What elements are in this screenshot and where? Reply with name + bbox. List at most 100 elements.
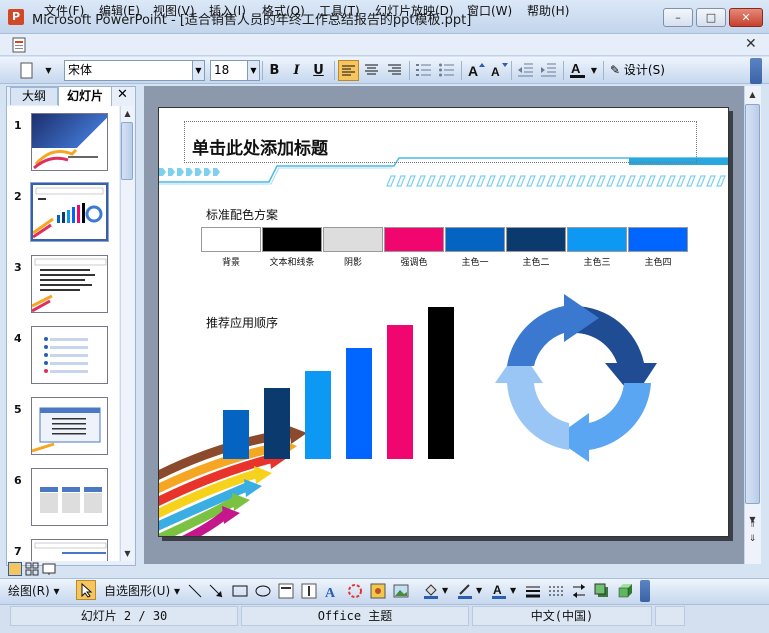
chevron-down-icon[interactable]: ▼ <box>192 61 204 80</box>
vertical-textbox-icon[interactable] <box>300 582 318 600</box>
chevron-down-icon[interactable]: ▼ <box>247 61 259 80</box>
slide-thumbnail-5[interactable] <box>31 397 108 455</box>
increase-indent-button[interactable] <box>538 60 559 81</box>
bullet-list-icon <box>439 63 454 77</box>
chevron-down-icon[interactable]: ▼ <box>588 60 600 81</box>
slide-thumbnail-7[interactable] <box>31 539 108 561</box>
slideshow-view-icon[interactable] <box>42 562 56 576</box>
slide-sorter-view-icon[interactable] <box>25 562 39 576</box>
line-icon[interactable] <box>186 582 204 600</box>
color-swatch <box>506 227 566 252</box>
align-center-button[interactable] <box>361 60 382 81</box>
new-document-icon[interactable] <box>19 62 35 79</box>
current-slide[interactable]: 单击此处添加标题 标准配色方案 背景 文本和线条 阴影 强调色 主色一 主色二 主色三 主色四… <box>158 107 729 537</box>
design-button[interactable]: ✎ 设计(S) <box>610 60 672 81</box>
next-slide-icon[interactable]: ⇓ <box>745 532 760 547</box>
close-panel-icon[interactable]: ✕ <box>117 87 128 102</box>
decrease-indent-icon <box>518 63 533 77</box>
slide-thumbnail-6[interactable] <box>31 468 108 526</box>
oval-icon[interactable] <box>254 582 272 600</box>
maximize-button[interactable]: □ <box>696 8 726 27</box>
powerpoint-app-icon[interactable]: P <box>8 9 24 25</box>
slides-scrollbar-thumb[interactable] <box>121 122 133 180</box>
minimize-button[interactable]: – <box>663 8 693 27</box>
scroll-up-icon[interactable]: ▲ <box>745 87 760 102</box>
color-swatch <box>201 227 261 252</box>
previous-slide-icon[interactable]: ⇑ <box>745 518 760 533</box>
picture-icon[interactable] <box>392 582 410 600</box>
slide-scrollbar-thumb[interactable] <box>745 104 760 504</box>
status-empty-cell <box>655 606 685 626</box>
bold-button[interactable]: B <box>264 60 285 81</box>
font-color-button[interactable]: A <box>567 60 588 81</box>
menu-format[interactable]: 格式(O) <box>262 2 305 20</box>
shadow-style-icon[interactable] <box>593 582 611 600</box>
increase-indent-icon <box>541 63 556 77</box>
slide-title: 单击此处添加标题 <box>192 139 328 159</box>
slide-thumbnail-4[interactable] <box>31 326 108 384</box>
normal-view-icon[interactable] <box>8 562 22 576</box>
slide-thumbnail-3[interactable] <box>31 255 108 313</box>
3d-style-icon[interactable] <box>616 582 634 600</box>
dash-style-icon[interactable] <box>547 582 565 600</box>
menu-bar <box>0 34 769 56</box>
diagram-icon[interactable] <box>346 582 364 600</box>
align-left-icon <box>342 65 355 76</box>
color-swatch <box>262 227 322 252</box>
menu-help[interactable]: 帮助(H) <box>527 2 569 20</box>
slide-thumbnail-2[interactable] <box>30 182 109 242</box>
draw-menu-button[interactable]: 绘图(R) ▾ <box>8 582 60 600</box>
menu-window[interactable]: 窗口(W) <box>467 2 512 20</box>
title-placeholder[interactable]: 单击此处添加标题 <box>184 121 697 163</box>
menu-file[interactable]: 文件(F) <box>44 2 84 20</box>
line-color-icon[interactable] <box>456 582 474 600</box>
scroll-down-icon[interactable]: ▼ <box>120 546 135 561</box>
arrow-style-icon[interactable] <box>570 582 588 600</box>
slide-number: 4 <box>14 332 22 345</box>
toolbar-options-icon[interactable]: ▼ <box>38 60 59 81</box>
italic-button[interactable]: I <box>286 60 307 81</box>
arrow-icon[interactable] <box>207 582 225 600</box>
toolbar-options-button[interactable] <box>750 58 762 84</box>
font-color-icon[interactable]: A <box>490 582 508 600</box>
menu-tools[interactable]: 工具(T) <box>319 2 360 20</box>
decrease-font-button[interactable]: A <box>488 60 509 81</box>
close-document-icon[interactable]: ✕ <box>745 36 757 52</box>
font-name-select[interactable]: 宋体 ▼ <box>64 60 205 81</box>
decrease-indent-button[interactable] <box>515 60 536 81</box>
autoshapes-menu-button[interactable]: 自选图形(U) ▾ <box>104 582 180 600</box>
close-window-button[interactable]: ✕ <box>729 8 763 27</box>
menu-view[interactable]: 视图(V) <box>153 2 195 20</box>
document-icon[interactable] <box>10 37 32 53</box>
rectangle-icon[interactable] <box>231 582 249 600</box>
font-size-select[interactable]: 18 ▼ <box>210 60 260 81</box>
scroll-up-icon[interactable]: ▲ <box>120 106 135 121</box>
menu-edit[interactable]: 编辑(E) <box>99 2 140 20</box>
chevron-down-icon[interactable]: ▼ <box>442 582 448 600</box>
align-left-button[interactable] <box>338 60 359 81</box>
align-right-button[interactable] <box>384 60 405 81</box>
increase-font-button[interactable]: A <box>465 60 486 81</box>
clipart-icon[interactable] <box>369 582 387 600</box>
wordart-icon[interactable]: A <box>323 582 341 600</box>
textbox-icon[interactable] <box>277 582 295 600</box>
increase-font-icon: A <box>468 63 485 79</box>
menu-slideshow[interactable]: 幻灯片放映(D) <box>375 2 454 20</box>
chevron-down-icon[interactable]: ▼ <box>476 582 482 600</box>
line-style-icon[interactable] <box>524 582 542 600</box>
color-swatch <box>445 227 505 252</box>
chevron-down-icon[interactable]: ▼ <box>510 582 516 600</box>
toolbar-options-button[interactable] <box>640 580 650 602</box>
bullets-button[interactable] <box>436 60 457 81</box>
color-swatch <box>567 227 627 252</box>
menu-insert[interactable]: 插入(I) <box>209 2 246 20</box>
slide-thumbnail-1[interactable] <box>31 113 108 171</box>
tab-slides[interactable]: 幻灯片 <box>58 86 112 106</box>
font-name-value: 宋体 <box>68 63 93 77</box>
select-objects-icon[interactable] <box>76 580 96 600</box>
color-scheme-label: 标准配色方案 <box>206 208 279 222</box>
tab-outline[interactable]: 大纲 <box>10 87 58 105</box>
fill-color-icon[interactable] <box>422 582 440 600</box>
numbering-button[interactable] <box>413 60 434 81</box>
underline-button[interactable]: U <box>308 60 329 81</box>
